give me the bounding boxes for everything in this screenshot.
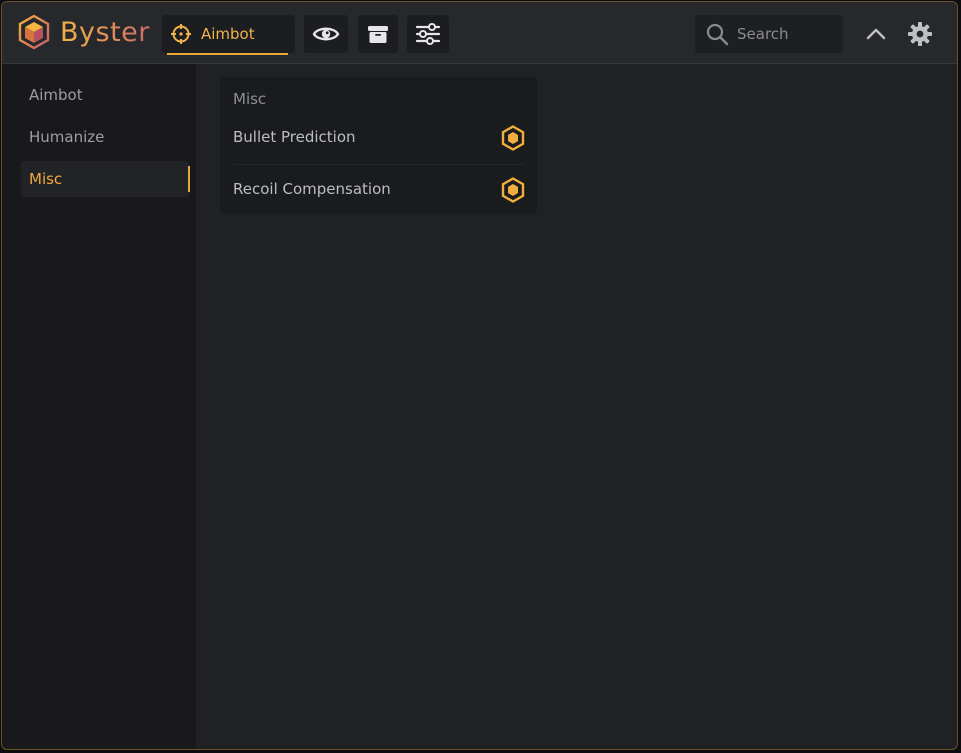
option-recoil-compensation: Recoil Compensation: [220, 165, 537, 213]
header-bar: Byster Aimbot: [2, 2, 957, 64]
tab-aimbot-label: Aimbot: [201, 25, 255, 43]
sliders-icon: [415, 23, 441, 45]
sidebar-item-misc[interactable]: Misc: [21, 161, 190, 197]
tab-aimbot[interactable]: Aimbot: [162, 15, 295, 55]
sidebar-item-label: Aimbot: [29, 86, 83, 104]
settings-button[interactable]: [906, 20, 934, 48]
option-label: Bullet Prediction: [233, 128, 356, 146]
crosshair-icon: [171, 24, 191, 44]
search-input[interactable]: [735, 24, 839, 44]
byster-logo-icon: [18, 14, 50, 50]
tab-settings[interactable]: [407, 15, 449, 53]
app-window: Byster Aimbot Search Aimbot Humanize Mis…: [1, 1, 958, 750]
eye-icon: [312, 27, 340, 41]
sidebar-item-aimbot[interactable]: Aimbot: [21, 77, 189, 113]
sidebar-item-label: Humanize: [29, 128, 105, 146]
search-icon: [706, 23, 729, 46]
tab-visuals[interactable]: [304, 15, 348, 53]
sidebar-item-label: Misc: [29, 170, 63, 188]
gear-icon: [908, 22, 932, 46]
sidebar: Aimbot Humanize Misc: [2, 64, 196, 749]
panel-title: Misc: [233, 90, 267, 108]
hexagon-toggle-icon[interactable]: [500, 125, 526, 151]
misc-panel: Misc Bullet Prediction Recoil Compensati…: [220, 77, 537, 214]
chevron-up-icon: [866, 28, 886, 40]
search-box[interactable]: [695, 15, 843, 53]
option-bullet-prediction: Bullet Prediction: [220, 113, 537, 161]
option-label: Recoil Compensation: [233, 180, 391, 198]
collapse-button[interactable]: [863, 21, 889, 47]
box-icon: [368, 26, 388, 43]
tab-items[interactable]: [358, 15, 398, 53]
app-logo: Byster: [16, 14, 150, 50]
sidebar-item-humanize[interactable]: Humanize: [21, 119, 189, 155]
app-name: Byster: [60, 16, 150, 48]
hexagon-toggle-icon[interactable]: [500, 177, 526, 203]
